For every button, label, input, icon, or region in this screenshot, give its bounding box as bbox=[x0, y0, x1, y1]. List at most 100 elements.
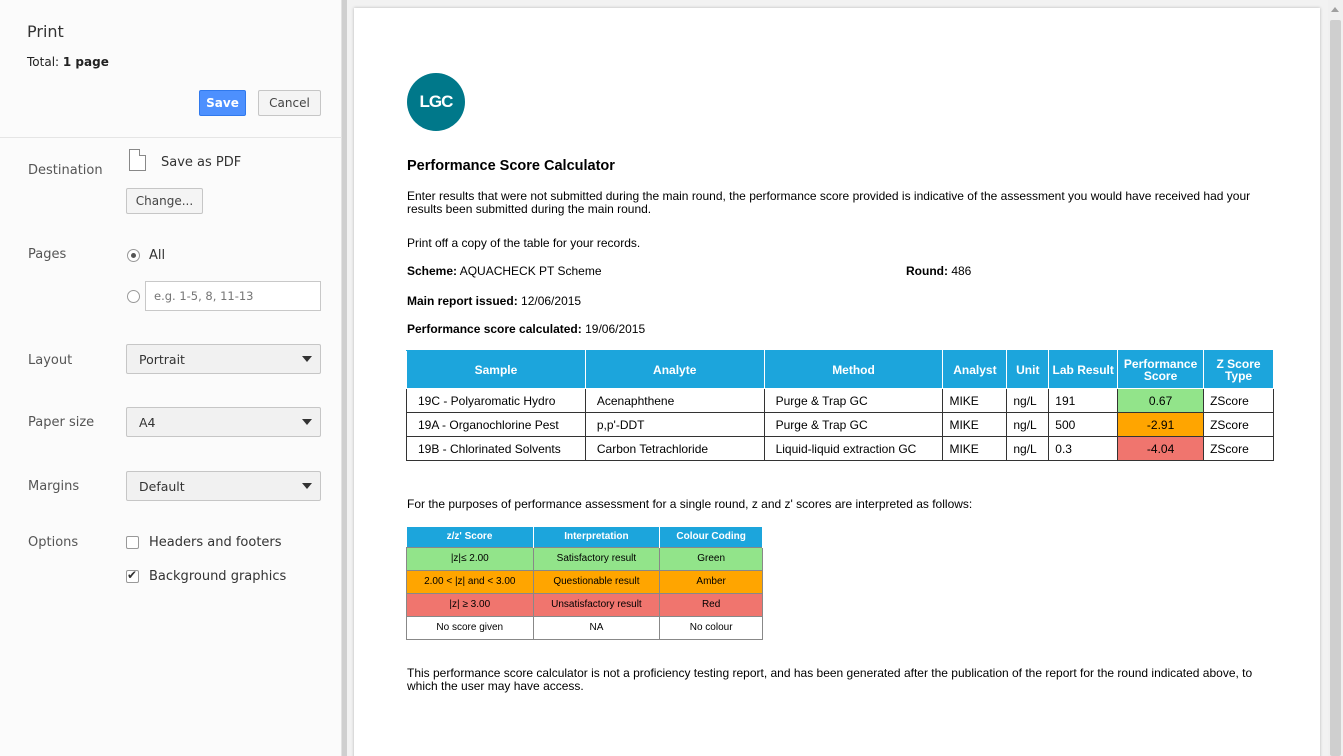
preview-scrollbar[interactable] bbox=[1328, 0, 1343, 756]
pdf-document-icon bbox=[129, 149, 146, 171]
round-line: Round: 486 bbox=[906, 264, 971, 278]
analyte-cell: p,p'-DDT bbox=[584, 412, 765, 437]
background-graphics-label: Background graphics bbox=[149, 569, 287, 584]
options-label: Options bbox=[28, 535, 79, 550]
type-cell: ZScore bbox=[1203, 412, 1274, 437]
pages-all-label: All bbox=[149, 248, 166, 263]
unit-cell: ng/L bbox=[1006, 388, 1050, 413]
type-cell: ZScore bbox=[1203, 388, 1274, 413]
legend-row: |z|≤ 2.00 Satisfactory result Green bbox=[406, 546, 763, 571]
print-note: Print off a copy of the table for your r… bbox=[407, 236, 641, 250]
column-header: Z Score Type bbox=[1203, 350, 1274, 389]
calculated-value: 19/06/2015 bbox=[585, 322, 646, 336]
results-header-row: Sample Analyte Method Analyst Unit Lab R… bbox=[406, 350, 1274, 389]
issued-line: Main report issued: 12/06/2015 bbox=[407, 294, 581, 308]
analyst-cell: MIKE bbox=[942, 412, 1008, 437]
total-pages: Total: 1 page bbox=[27, 55, 109, 69]
chevron-down-icon bbox=[302, 483, 312, 489]
issued-label: Main report issued: bbox=[407, 294, 518, 308]
legend-score: |z| ≥ 3.00 bbox=[406, 592, 534, 617]
interpretation-note: For the purposes of performance assessme… bbox=[407, 497, 973, 511]
paper-size-value: A4 bbox=[139, 414, 156, 430]
pages-all-radio[interactable] bbox=[127, 249, 140, 262]
panel-title: Print bbox=[27, 22, 64, 41]
margins-value: Default bbox=[139, 478, 185, 494]
legend-interpretation: Questionable result bbox=[532, 569, 661, 594]
column-header: Analyst bbox=[942, 350, 1008, 389]
score-cell: -2.91 bbox=[1117, 412, 1205, 437]
document-title: Performance Score Calculator bbox=[407, 158, 615, 174]
legend-score: No score given bbox=[406, 615, 534, 640]
score-cell: 0.67 bbox=[1117, 388, 1205, 413]
pages-range-radio[interactable] bbox=[127, 290, 140, 303]
background-graphics-checkbox[interactable] bbox=[126, 568, 139, 583]
legend-colour: Amber bbox=[659, 569, 763, 594]
panel-resize-divider[interactable] bbox=[342, 0, 347, 756]
column-header: Performance Score bbox=[1117, 350, 1205, 389]
scrollbar-thumb[interactable] bbox=[1330, 20, 1341, 756]
legend-interpretation: Satisfactory result bbox=[532, 546, 661, 571]
results-table: Sample Analyte Method Analyst Unit Lab R… bbox=[406, 350, 1274, 461]
scheme-line: Scheme: AQUACHECK PT Scheme bbox=[407, 264, 602, 278]
legend-header-row: z/z' Score Interpretation Colour Coding bbox=[406, 527, 763, 547]
lgc-logo: LGC bbox=[407, 73, 465, 131]
layout-select[interactable]: Portrait bbox=[126, 344, 321, 374]
headers-footers-label: Headers and footers bbox=[149, 535, 282, 550]
cancel-button[interactable]: Cancel bbox=[258, 90, 321, 116]
result-cell: 500 bbox=[1048, 412, 1119, 437]
issued-value: 12/06/2015 bbox=[521, 294, 582, 308]
table-row: 19C - Polyaromatic Hydro Acenaphthene Pu… bbox=[406, 388, 1274, 413]
save-button[interactable]: Save bbox=[199, 90, 246, 116]
analyst-cell: MIKE bbox=[942, 388, 1008, 413]
paper-size-label: Paper size bbox=[28, 415, 95, 430]
margins-select[interactable]: Default bbox=[126, 471, 321, 501]
result-cell: 191 bbox=[1048, 388, 1119, 413]
legend-header: z/z' Score bbox=[406, 527, 534, 547]
column-header: Lab Result bbox=[1048, 350, 1119, 389]
change-destination-button[interactable]: Change... bbox=[126, 188, 203, 214]
legend-score: 2.00 < |z| and < 3.00 bbox=[406, 569, 534, 594]
method-cell: Purge & Trap GC bbox=[763, 412, 944, 437]
analyte-cell: Carbon Tetrachloride bbox=[584, 436, 765, 461]
pages-range-input[interactable] bbox=[145, 281, 321, 311]
legend-score: |z|≤ 2.00 bbox=[406, 546, 534, 571]
type-cell: ZScore bbox=[1203, 436, 1274, 461]
method-cell: Purge & Trap GC bbox=[763, 388, 944, 413]
pages-label: Pages bbox=[28, 247, 67, 262]
paper-size-select[interactable]: A4 bbox=[126, 407, 321, 437]
legend-colour: Green bbox=[659, 546, 763, 571]
total-value: 1 page bbox=[62, 55, 109, 69]
legend-colour: No colour bbox=[659, 615, 763, 640]
column-header: Sample bbox=[406, 350, 586, 389]
print-preview-page: LGC Performance Score Calculator Enter r… bbox=[354, 8, 1320, 756]
margins-label: Margins bbox=[28, 479, 80, 494]
destination-label: Destination bbox=[28, 163, 103, 178]
sample-cell: 19B - Chlorinated Solvents bbox=[406, 436, 586, 461]
calculated-label: Performance score calculated: bbox=[407, 322, 582, 336]
legend-header: Colour Coding bbox=[659, 527, 763, 547]
legend-interpretation: Unsatisfactory result bbox=[532, 592, 661, 617]
legend-row: 2.00 < |z| and < 3.00 Questionable resul… bbox=[406, 569, 763, 594]
chevron-down-icon bbox=[302, 356, 312, 362]
analyst-cell: MIKE bbox=[942, 436, 1008, 461]
destination-value: Save as PDF bbox=[161, 155, 242, 170]
column-header: Method bbox=[763, 350, 944, 389]
headers-footers-checkbox[interactable] bbox=[126, 536, 139, 549]
disclaimer-text: This performance score calculator is not… bbox=[407, 666, 1253, 693]
legend-row: |z| ≥ 3.00 Unsatisfactory result Red bbox=[406, 592, 763, 617]
legend-header: Interpretation bbox=[533, 527, 661, 547]
method-cell: Liquid-liquid extraction GC bbox=[763, 436, 944, 461]
print-settings-panel: Print Total: 1 page Save Cancel Destinat… bbox=[0, 0, 342, 756]
result-cell: 0.3 bbox=[1048, 436, 1119, 461]
layout-label: Layout bbox=[28, 353, 73, 368]
scheme-label: Scheme: bbox=[407, 264, 458, 278]
table-row: 19B - Chlorinated Solvents Carbon Tetrac… bbox=[406, 436, 1274, 461]
scroll-up-arrow-icon[interactable] bbox=[1331, 7, 1339, 12]
intro-text: Enter results that were not submitted du… bbox=[407, 189, 1251, 216]
unit-cell: ng/L bbox=[1006, 436, 1050, 461]
column-header: Unit bbox=[1006, 350, 1050, 389]
layout-value: Portrait bbox=[139, 351, 185, 367]
chevron-down-icon bbox=[302, 419, 312, 425]
table-row: 19A - Organochlorine Pest p,p'-DDT Purge… bbox=[406, 412, 1274, 437]
legend-interpretation: NA bbox=[532, 615, 661, 640]
